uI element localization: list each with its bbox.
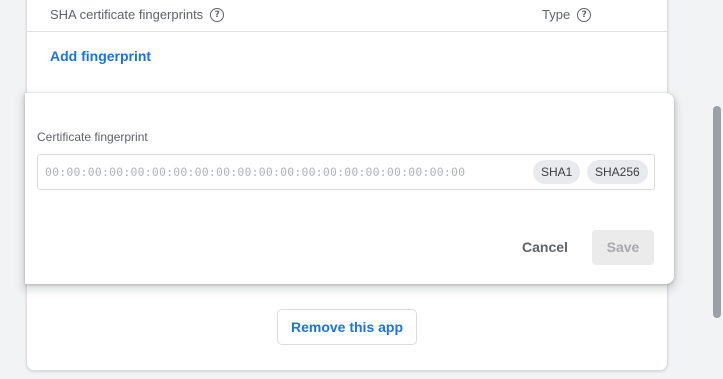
sha1-chip[interactable]: SHA1 [533, 160, 581, 184]
add-fingerprint-link[interactable]: Add fingerprint [50, 48, 151, 64]
help-icon[interactable]: ? [577, 7, 592, 22]
sha256-chip[interactable]: SHA256 [587, 160, 648, 184]
add-fingerprint-panel: Certificate fingerprint 00:00:00:00:00:0… [25, 93, 674, 284]
fingerprints-column-label: SHA certificate fingerprints [50, 7, 204, 22]
certificate-fingerprint-input[interactable]: 00:00:00:00:00:00:00:00:00:00:00:00:00:0… [37, 154, 655, 190]
cancel-button[interactable]: Cancel [512, 230, 578, 264]
fingerprints-table-header: SHA certificate fingerprints ? Type ? [27, 0, 667, 32]
type-column-label: Type [542, 7, 571, 22]
fingerprint-placeholder: 00:00:00:00:00:00:00:00:00:00:00:00:00:0… [45, 165, 466, 179]
save-button[interactable]: Save [592, 230, 654, 265]
fingerprints-column-header: SHA certificate fingerprints ? [50, 7, 225, 22]
help-icon[interactable]: ? [210, 7, 225, 22]
scrollbar-thumb[interactable] [713, 106, 721, 318]
page: SHA certificate fingerprints ? Type ? Ad… [0, 0, 723, 379]
type-column-header: Type ? [542, 7, 592, 22]
remove-app-button[interactable]: Remove this app [277, 309, 417, 345]
certificate-fingerprint-label: Certificate fingerprint [37, 130, 148, 144]
